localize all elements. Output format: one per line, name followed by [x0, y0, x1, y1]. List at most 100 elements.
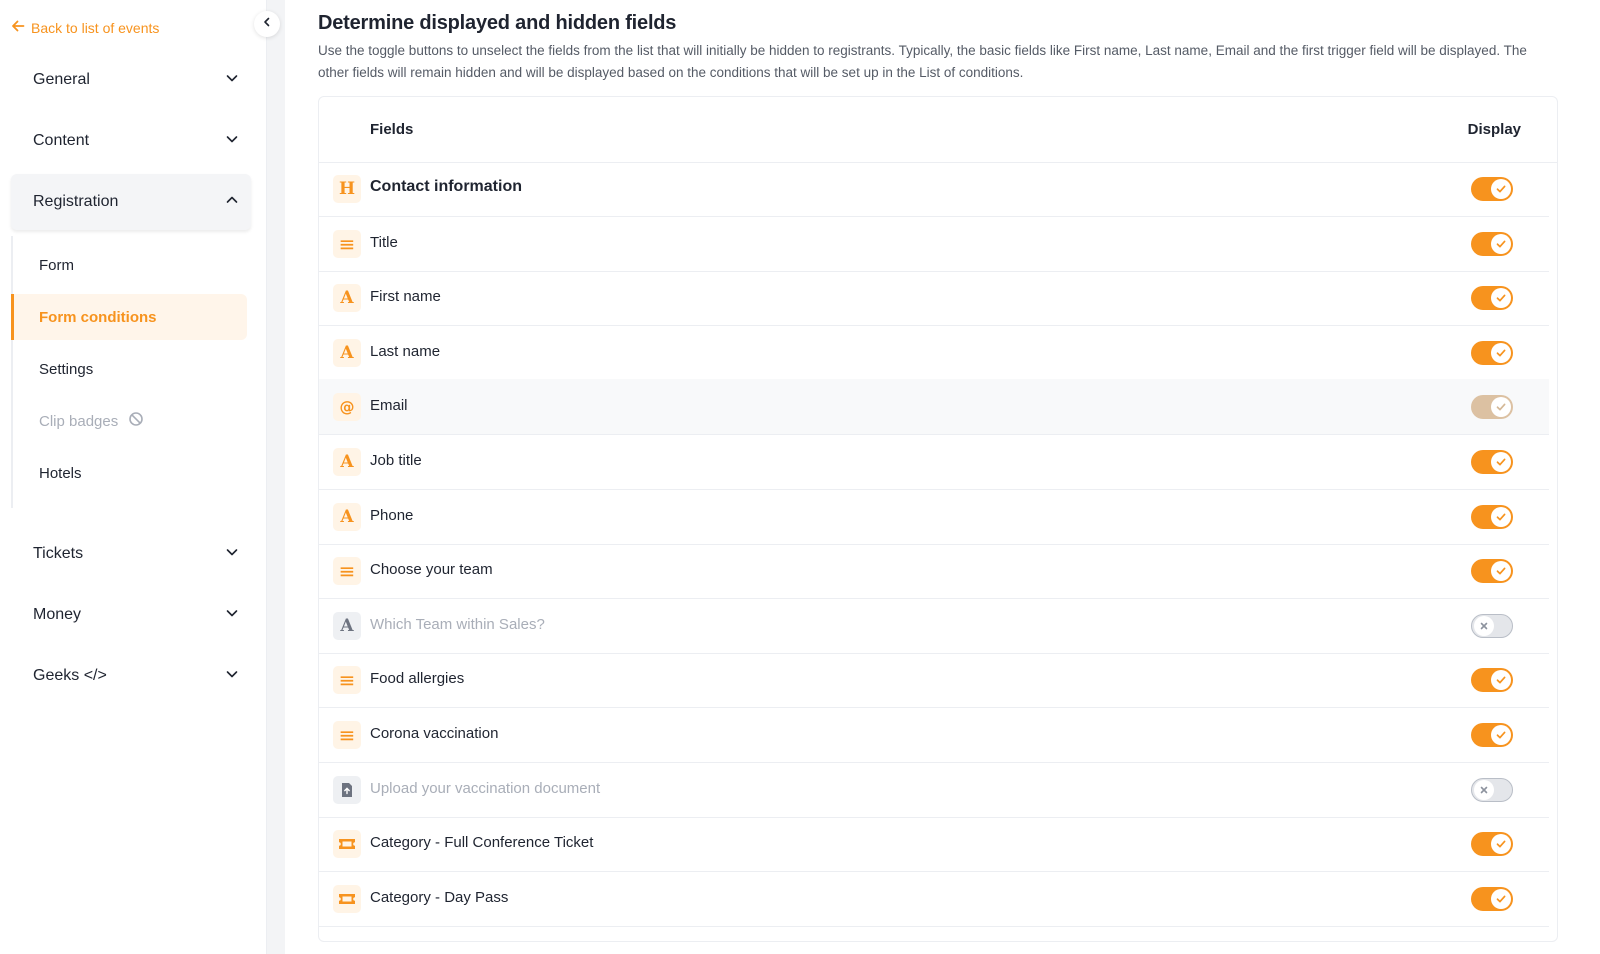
field-label: Category - Day Pass	[370, 888, 509, 906]
table-row: A Which Team within Sales?	[319, 598, 1549, 654]
ban-icon	[128, 411, 144, 431]
nav-group-tickets[interactable]: Tickets	[11, 526, 251, 582]
back-to-events-link[interactable]: Back to list of events	[11, 19, 159, 36]
check-icon	[1491, 888, 1511, 909]
chevron-up-icon	[225, 193, 239, 212]
display-toggle[interactable]	[1471, 340, 1513, 365]
table-row: @ Email	[319, 379, 1549, 436]
fields-table: Fields Display H Contact information ≡ Titl…	[318, 96, 1558, 942]
nav-group-label: Content	[33, 132, 90, 149]
display-toggle[interactable]	[1471, 668, 1513, 693]
table-row: A First name	[319, 270, 1549, 327]
table-row: H Contact information	[319, 161, 1549, 217]
display-toggle[interactable]	[1471, 286, 1513, 311]
sidebar-item-settings[interactable]: Settings	[13, 346, 249, 392]
table-row: ≡ Corona vaccination	[319, 707, 1549, 763]
field-label: Upload your vaccination document	[370, 779, 601, 797]
field-label: Corona vaccination	[370, 725, 499, 742]
nav-group-money[interactable]: Money	[11, 587, 251, 643]
field-label: First name	[370, 288, 441, 306]
collapse-sidebar-button[interactable]	[254, 11, 280, 37]
list-icon: ≡	[333, 666, 361, 695]
column-header-fields: Fields	[370, 121, 414, 138]
check-icon	[1491, 452, 1511, 472]
display-toggle[interactable]	[1471, 231, 1513, 256]
check-icon	[1491, 561, 1511, 582]
sidebar-item-label: Clip badges	[39, 412, 119, 430]
sidebar-item-label: Settings	[39, 360, 94, 378]
display-toggle[interactable]	[1471, 777, 1513, 802]
chevron-down-icon	[225, 606, 239, 625]
check-icon	[1491, 397, 1511, 418]
registration-submenu: Form Form conditions Settings Clip badge…	[11, 236, 251, 508]
sidebar: Back to list of events General Content R…	[0, 0, 267, 954]
display-toggle[interactable]	[1471, 177, 1513, 201]
ticket-icon	[333, 830, 361, 859]
chevron-down-icon	[225, 545, 239, 564]
display-toggle[interactable]	[1471, 723, 1513, 747]
check-icon	[1491, 288, 1511, 309]
check-icon	[1491, 179, 1511, 199]
chevron-down-icon	[225, 132, 239, 151]
field-label: Which Team within Sales?	[370, 615, 545, 633]
main-content: Determine displayed and hidden fields Us…	[285, 0, 1600, 954]
column-header-display: Display	[1467, 121, 1521, 138]
back-link-label: Back to list of events	[31, 19, 160, 36]
display-toggle[interactable]	[1471, 450, 1513, 474]
close-icon	[1474, 779, 1494, 800]
display-toggle[interactable]	[1471, 613, 1513, 638]
field-label: Phone	[370, 506, 414, 524]
nav-group-registration[interactable]: Registration	[11, 174, 251, 230]
sidebar-item-label: Form conditions	[39, 308, 157, 326]
nav-group-geeks[interactable]: Geeks </>	[11, 648, 251, 704]
display-toggle[interactable]	[1471, 886, 1513, 911]
field-label: Choose your team	[370, 561, 493, 579]
table-header: Fields Display	[319, 97, 1557, 163]
table-row: A Last name	[319, 325, 1549, 381]
close-icon	[1474, 615, 1494, 636]
nav-group-general[interactable]: General	[11, 52, 251, 108]
field-label: Contact information	[370, 178, 522, 195]
display-toggle[interactable]	[1471, 504, 1513, 529]
table-row: ≡ Food allergies	[319, 652, 1549, 709]
sidebar-item-form[interactable]: Form	[13, 242, 249, 288]
sidebar-item-hotels[interactable]: Hotels	[13, 450, 249, 496]
field-label: Email	[370, 397, 408, 415]
page-title: Determine displayed and hidden fields	[318, 12, 677, 34]
nav-group-label: Money	[33, 606, 82, 623]
nav-group-label: General	[33, 71, 90, 88]
chevron-down-icon	[225, 71, 239, 90]
table-row: A Job title	[319, 434, 1549, 490]
sidebar-item-label: Hotels	[39, 464, 82, 482]
table-row: Category - Full Conference Ticket	[319, 816, 1549, 873]
table-row: Category - Day Pass	[319, 871, 1549, 927]
text-field-icon: A	[333, 611, 361, 640]
nav-group-label: Registration	[33, 193, 119, 210]
display-toggle	[1471, 395, 1513, 420]
page-description: Use the toggle buttons to unselect the f…	[318, 43, 1527, 80]
chevron-down-icon	[225, 667, 239, 686]
text-field-icon: A	[333, 502, 361, 531]
nav-group-label: Geeks </>	[33, 667, 107, 684]
text-field-icon: A	[333, 448, 361, 476]
sidebar-item-form-conditions[interactable]: Form conditions	[11, 294, 247, 340]
field-label: Title	[370, 233, 398, 251]
table-row: ≡ Choose your team	[319, 543, 1549, 600]
display-toggle[interactable]	[1471, 559, 1513, 584]
list-icon: ≡	[333, 721, 361, 749]
field-label: Last name	[370, 342, 441, 360]
arrow-left-icon	[11, 19, 25, 36]
table-row: ≡ Title	[319, 216, 1549, 272]
nav-group-label: Tickets	[33, 545, 84, 562]
sidebar-item-label: Form	[39, 256, 74, 274]
field-label: Job title	[370, 452, 422, 469]
nav-group-content[interactable]: Content	[11, 113, 251, 169]
check-icon	[1491, 725, 1511, 745]
field-label: Category - Full Conference Ticket	[370, 834, 594, 852]
text-field-icon: A	[333, 284, 361, 313]
display-toggle[interactable]	[1471, 832, 1513, 857]
chevron-left-icon	[261, 15, 273, 33]
at-sign-icon: @	[333, 393, 361, 422]
check-icon	[1491, 506, 1511, 527]
heading-icon: H	[333, 175, 361, 203]
